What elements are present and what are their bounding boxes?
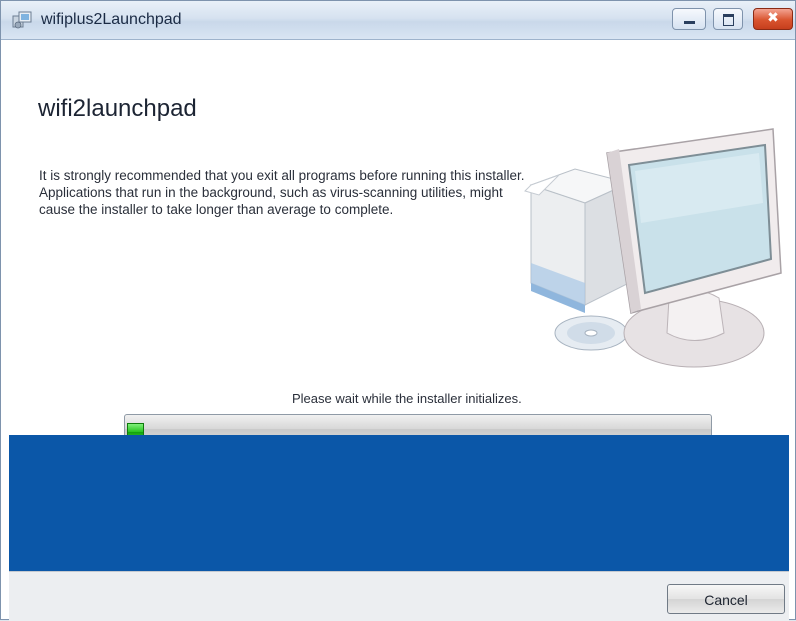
- installer-window: wifiplus2Launchpad wifi2launchpad It is …: [0, 0, 796, 621]
- window-title: wifiplus2Launchpad: [41, 11, 182, 28]
- blue-banner: [9, 435, 789, 571]
- minimize-button[interactable]: [672, 8, 706, 30]
- page-heading: wifi2launchpad: [38, 95, 197, 122]
- maximize-button[interactable]: [713, 8, 743, 30]
- status-message: Please wait while the installer initiali…: [292, 391, 522, 406]
- computer-illustration-icon: [519, 123, 785, 385]
- close-button[interactable]: [753, 8, 793, 30]
- instructions-text: It is strongly recommended that you exit…: [39, 168, 525, 217]
- title-bar[interactable]: wifiplus2Launchpad: [1, 1, 795, 40]
- installer-app-icon: [12, 10, 32, 30]
- cancel-button[interactable]: Cancel: [667, 584, 785, 614]
